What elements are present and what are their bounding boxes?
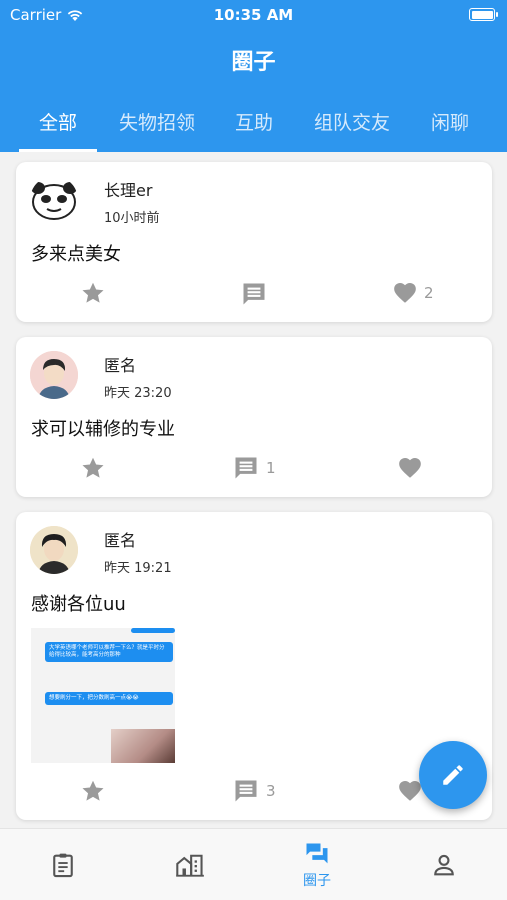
tab-chat[interactable]: 闲聊 <box>424 108 476 152</box>
new-post-button[interactable] <box>419 741 487 809</box>
post-author: 长理er <box>104 181 153 200</box>
post-time: 昨天 19:21 <box>104 561 172 576</box>
buildings-icon <box>176 854 204 877</box>
star-icon <box>82 780 104 801</box>
avatar[interactable] <box>30 176 78 224</box>
tab-mutual-help[interactable]: 互助 <box>228 108 280 152</box>
pencil-icon <box>443 765 463 785</box>
post-card[interactable]: 长理er 10小时前 多来点美女 2 <box>16 162 492 322</box>
tab-label: 闲聊 <box>430 112 469 134</box>
chat-bubbles-icon <box>306 843 328 864</box>
person-icon <box>434 854 454 876</box>
comment-count: 1 <box>266 459 276 477</box>
chat-bubble: 想要刷分一下，把分数刷高一点😭😭 <box>45 692 173 705</box>
post-time: 10小时前 <box>104 211 160 226</box>
like-button[interactable]: 2 <box>392 280 434 306</box>
nav-item-profile[interactable] <box>381 829 507 900</box>
comment-count: 3 <box>266 782 276 800</box>
like-count: 2 <box>424 284 434 302</box>
avatar[interactable] <box>30 526 78 574</box>
favorite-button[interactable] <box>80 280 106 306</box>
page-title: 圈子 <box>231 50 276 75</box>
tab-team-up[interactable]: 组队交友 <box>306 108 398 152</box>
tab-label: 全部 <box>38 112 77 134</box>
clipboard-icon <box>53 853 73 878</box>
comment-icon <box>243 283 265 305</box>
post-time: 昨天 23:20 <box>104 386 172 401</box>
category-tabs: 全部 失物招领 互助 组队交友 闲聊 <box>0 108 507 152</box>
status-bar: Carrier 10:35 AM <box>0 0 507 30</box>
tab-lost-and-found[interactable]: 失物招领 <box>112 108 202 152</box>
chat-bubble <box>131 628 175 633</box>
nav-item-label: 圈子 <box>303 873 331 889</box>
post-card[interactable]: 匿名 昨天 23:20 求可以辅修的专业 1 <box>16 337 492 497</box>
post-content: 求可以辅修的专业 <box>31 419 175 440</box>
post-author: 匿名 <box>104 356 137 375</box>
tab-label: 失物招领 <box>118 112 195 134</box>
post-image[interactable]: 大学英语哪个老师可以推荐一下么？就是平时分给得比较高，能考高分的那种 想要刷分一… <box>31 628 175 763</box>
comment-icon <box>235 457 257 479</box>
battery-icon <box>469 8 498 21</box>
tab-label: 互助 <box>234 112 273 134</box>
comment-button[interactable]: 3 <box>232 777 276 805</box>
tab-all[interactable]: 全部 <box>19 108 97 152</box>
nav-item-posts[interactable] <box>0 829 126 900</box>
nav-item-circle[interactable]: 圈子 <box>254 829 380 900</box>
post-content: 多来点美女 <box>31 244 121 265</box>
comment-icon <box>235 780 257 802</box>
favorite-button[interactable] <box>80 778 106 804</box>
post-content: 感谢各位uu <box>31 594 126 615</box>
nav-item-campus[interactable] <box>127 829 253 900</box>
status-time: 10:35 AM <box>213 6 294 24</box>
star-icon <box>82 282 104 303</box>
post-author: 匿名 <box>104 531 137 550</box>
bottom-navigation: 圈子 <box>0 828 507 900</box>
app-header: Carrier 10:35 AM 圈子 全部 失物招领 互助 组队交友 闲聊 <box>0 0 507 152</box>
heart-icon <box>399 458 421 478</box>
comment-button[interactable] <box>240 280 274 308</box>
comment-button[interactable]: 1 <box>232 454 276 482</box>
avatar[interactable] <box>30 351 78 399</box>
heart-icon <box>394 283 416 303</box>
active-tab-indicator <box>19 149 97 152</box>
like-button[interactable] <box>397 455 429 481</box>
favorite-button[interactable] <box>80 455 106 481</box>
chat-bubble: 大学英语哪个老师可以推荐一下么？就是平时分给得比较高，能考高分的那种 <box>45 642 173 662</box>
tab-label: 组队交友 <box>313 112 390 134</box>
star-icon <box>82 457 104 478</box>
photo-thumbnail <box>111 729 175 763</box>
